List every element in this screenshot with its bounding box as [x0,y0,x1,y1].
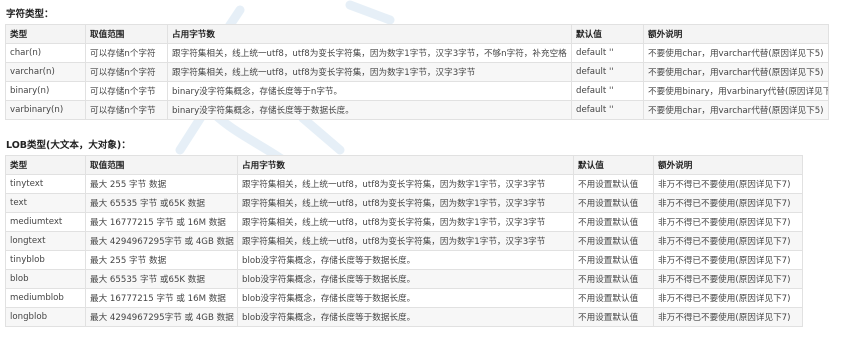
cell-range: 最大 65535 字节 或65K 数据 [85,269,238,289]
cell-default: default '' [571,43,644,63]
cell-notes: 非万不得已不要使用(原因详见下7) [653,174,803,194]
cell-notes: 不要使用char，用varchar代替(原因详见下5) [643,62,829,82]
cell-type: longtext [5,231,86,251]
column-header-range: 取值范围 [85,155,238,175]
cell-range: 最大 16777215 字节 或 16M 数据 [85,288,238,308]
column-header-range: 取值范围 [85,24,168,44]
cell-bytes: 跟字符集相关，线上统一utf8，utf8为变长字符集，因为数字1字节，汉字3字节 [237,231,574,251]
cell-notes: 非万不得已不要使用(原因详见下7) [653,212,803,232]
cell-type: varbinary(n) [5,100,86,120]
cell-notes: 非万不得已不要使用(原因详见下7) [653,307,803,327]
table-header-row: 类型 取值范围 占用字节数 默认值 额外说明 [5,155,803,175]
cell-default: 不用设置默认值 [573,212,654,232]
cell-range: 最大 65535 字节 或65K 数据 [85,193,238,213]
cell-bytes: binary没字符集概念，存储长度等于n字节。 [167,81,572,101]
column-header-notes: 额外说明 [643,24,829,44]
table-header-row: 类型 取值范围 占用字节数 默认值 额外说明 [5,24,829,44]
cell-notes: 非万不得已不要使用(原因详见下7) [653,269,803,289]
table-row: blob 最大 65535 字节 或65K 数据 blob没字符集概念，存储长度… [5,269,803,289]
table-row: longblob 最大 4294967295字节 或 4GB 数据 blob没字… [5,307,803,327]
table-row: mediumtext 最大 16777215 字节 或 16M 数据 跟字符集相… [5,212,803,232]
cell-type: longblob [5,307,86,327]
cell-notes: 非万不得已不要使用(原因详见下7) [653,231,803,251]
cell-notes: 不要使用binary，用varbinary代替(原因详见下5) [643,81,829,101]
cell-bytes: 跟字符集相关，线上统一utf8，utf8为变长字符集，因为数字1字节，汉字3字节 [237,174,574,194]
cell-type: mediumblob [5,288,86,308]
cell-default: 不用设置默认值 [573,269,654,289]
cell-type: varchar(n) [5,62,86,82]
cell-bytes: 跟字符集相关，线上统一utf8，utf8为变长字符集，因为数字1字节，汉字3字节… [167,43,572,63]
cell-bytes: blob没字符集概念，存储长度等于数据长度。 [237,307,574,327]
cell-range: 可以存储n个字符 [85,43,168,63]
cell-range: 最大 255 字节 数据 [85,250,238,270]
table-row: tinytext 最大 255 字节 数据 跟字符集相关，线上统一utf8，ut… [5,174,803,194]
cell-notes: 不要使用char，用varchar代替(原因详见下5) [643,100,829,120]
cell-default: 不用设置默认值 [573,250,654,270]
table-row: text 最大 65535 字节 或65K 数据 跟字符集相关，线上统一utf8… [5,193,803,213]
cell-bytes: blob没字符集概念，存储长度等于数据长度。 [237,288,574,308]
cell-type: char(n) [5,43,86,63]
cell-default: 不用设置默认值 [573,193,654,213]
cell-type: text [5,193,86,213]
column-header-notes: 额外说明 [653,155,803,175]
column-header-bytes: 占用字节数 [167,24,572,44]
cell-notes: 不要使用char，用varchar代替(原因详见下5) [643,43,829,63]
lob-types-table: 类型 取值范围 占用字节数 默认值 额外说明 tinytext 最大 255 字… [5,155,803,327]
string-types-title: 字符类型： [6,9,54,20]
cell-default: 不用设置默认值 [573,307,654,327]
cell-type: binary(n) [5,81,86,101]
column-header-type: 类型 [5,24,86,44]
cell-type: mediumtext [5,212,86,232]
cell-range: 可以存储n个字符 [85,62,168,82]
cell-notes: 非万不得已不要使用(原因详见下7) [653,250,803,270]
cell-notes: 非万不得已不要使用(原因详见下7) [653,193,803,213]
cell-bytes: binary没字符集概念，存储长度等于数据长度。 [167,100,572,120]
string-types-table: 类型 取值范围 占用字节数 默认值 额外说明 char(n) 可以存储n个字符 … [5,24,829,120]
cell-notes: 非万不得已不要使用(原因详见下7) [653,288,803,308]
table-row: mediumblob 最大 16777215 字节 或 16M 数据 blob没… [5,288,803,308]
table-row: char(n) 可以存储n个字符 跟字符集相关，线上统一utf8，utf8为变长… [5,43,829,63]
cell-range: 最大 16777215 字节 或 16M 数据 [85,212,238,232]
table-row: binary(n) 可以存储n个字节 binary没字符集概念，存储长度等于n字… [5,81,829,101]
cell-default: 不用设置默认值 [573,174,654,194]
cell-bytes: 跟字符集相关，线上统一utf8，utf8为变长字符集，因为数字1字节，汉字3字节 [237,212,574,232]
cell-bytes: 跟字符集相关，线上统一utf8，utf8为变长字符集，因为数字1字节，汉字3字节 [237,193,574,213]
cell-type: tinytext [5,174,86,194]
lob-types-title: LOB类型(大文本，大对象)： [6,140,131,151]
cell-default: 不用设置默认值 [573,288,654,308]
table-row: varbinary(n) 可以存储n个字节 binary没字符集概念，存储长度等… [5,100,829,120]
column-header-type: 类型 [5,155,86,175]
cell-range: 最大 4294967295字节 或 4GB 数据 [85,307,238,327]
column-header-bytes: 占用字节数 [237,155,574,175]
cell-range: 可以存储n个字节 [85,100,168,120]
column-header-default: 默认值 [573,155,654,175]
table-row: longtext 最大 4294967295字节 或 4GB 数据 跟字符集相关… [5,231,803,251]
table-row: tinyblob 最大 255 字节 数据 blob没字符集概念，存储长度等于数… [5,250,803,270]
column-header-default: 默认值 [571,24,644,44]
cell-range: 可以存储n个字节 [85,81,168,101]
cell-bytes: 跟字符集相关，线上统一utf8，utf8为变长字符集，因为数字1字节，汉字3字节 [167,62,572,82]
cell-range: 最大 255 字节 数据 [85,174,238,194]
cell-default: default '' [571,100,644,120]
cell-bytes: blob没字符集概念，存储长度等于数据长度。 [237,269,574,289]
cell-range: 最大 4294967295字节 或 4GB 数据 [85,231,238,251]
cell-type: blob [5,269,86,289]
cell-default: default '' [571,81,644,101]
cell-type: tinyblob [5,250,86,270]
cell-bytes: blob没字符集概念，存储长度等于数据长度。 [237,250,574,270]
table-row: varchar(n) 可以存储n个字符 跟字符集相关，线上统一utf8，utf8… [5,62,829,82]
cell-default: 不用设置默认值 [573,231,654,251]
cell-default: default '' [571,62,644,82]
